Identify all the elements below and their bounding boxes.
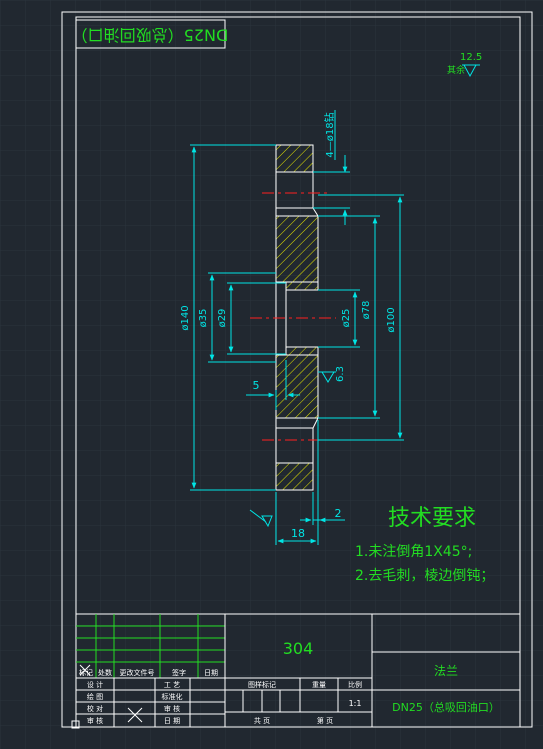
row-date: 日 期	[164, 717, 180, 725]
sheet-number: 第 页	[317, 716, 333, 725]
roughness-value: 12.5	[460, 52, 482, 63]
header-cell-sign: 签字	[172, 668, 186, 677]
background-grid	[0, 0, 543, 749]
hole-callout: 4—ø18钻	[323, 112, 336, 157]
row-standard: 标准化	[162, 692, 183, 701]
dim-d78: ø78	[361, 301, 372, 320]
part-name: 法兰	[434, 664, 458, 678]
row-design: 设 计	[87, 680, 103, 689]
requirement-line-2: 2.去毛刺，棱边倒钝；	[355, 568, 494, 584]
dim-5: 5	[253, 379, 260, 392]
material-304: 304	[283, 639, 314, 658]
hatch-upper-body	[275, 215, 319, 291]
header-cell-date: 日期	[204, 669, 218, 677]
dim-d29: ø29	[217, 309, 228, 328]
hatch-bottom-ring	[275, 462, 314, 491]
row-audit: 审 核	[87, 716, 103, 725]
header-cell-mark: 标记	[79, 668, 93, 677]
row-check: 校 对	[87, 704, 103, 713]
dim-d25: ø25	[341, 309, 352, 328]
hatch-top-ring	[275, 144, 314, 173]
scale-value: 1:1	[349, 699, 362, 708]
dim-d100: ø100	[386, 307, 397, 332]
scale-label: 比例	[348, 680, 362, 689]
header-cell-doc: 更改文件号	[120, 668, 155, 677]
dim-18: 18	[291, 527, 305, 540]
weight-label: 重量	[312, 681, 326, 689]
dim-d140: ø140	[180, 305, 191, 330]
row-draw: 绘 图	[87, 692, 103, 701]
requirements-heading: 技术要求	[388, 506, 476, 531]
row-review: 审 核	[164, 704, 180, 713]
surface-6-3: 6.3	[335, 366, 346, 382]
roughness-label: 其余	[447, 64, 465, 76]
dim-d35: ø35	[198, 309, 209, 328]
sheet-total: 共 页	[254, 716, 270, 725]
row-process: 工 艺	[164, 681, 180, 689]
rotated-title-text: DN25（总吸回油口）	[72, 26, 229, 45]
requirement-line-1: 1.未注倒角1X45°;	[355, 544, 472, 560]
stage-label: 图样标记	[248, 680, 276, 689]
header-cell-count: 处数	[98, 668, 112, 677]
drawing-title: DN25（总吸回油口）	[392, 700, 500, 714]
hatch-lower-body	[275, 346, 319, 419]
dim-2: 2	[335, 507, 342, 520]
cad-drawing-canvas: DN25（总吸回油口） 12.5 其余 ø140 ø35 ø29 ø25 ø78…	[0, 0, 543, 749]
